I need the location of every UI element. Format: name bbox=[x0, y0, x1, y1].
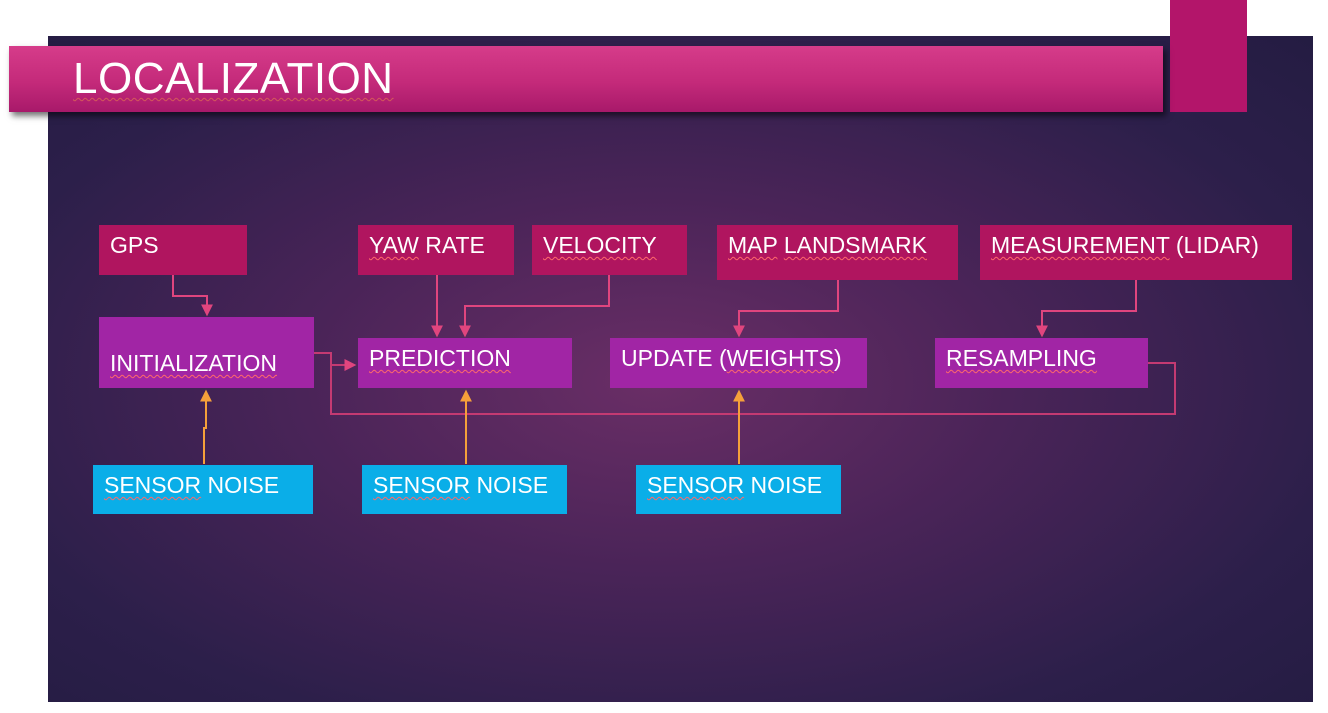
sensor-noise-box-3[interactable]: SENSOR NOISE bbox=[636, 465, 841, 514]
prediction-box[interactable]: PREDICTION bbox=[358, 338, 572, 388]
measurement-label: MEASUREMENT bbox=[991, 232, 1170, 258]
noise-label: NOISE bbox=[750, 472, 823, 498]
resampling-box[interactable]: RESAMPLING bbox=[935, 338, 1148, 388]
prediction-label: PREDICTION bbox=[369, 345, 511, 371]
yaw-label: YAW bbox=[369, 232, 419, 258]
corner-accent-block bbox=[1170, 0, 1247, 112]
map-landmark-box[interactable]: MAP LANDSMARK bbox=[717, 225, 958, 280]
lidar-label: (LIDAR) bbox=[1175, 232, 1259, 258]
initialization-box[interactable]: INITIALIZATION bbox=[99, 317, 314, 388]
sensor-noise-box-1[interactable]: SENSOR NOISE bbox=[93, 465, 313, 514]
sensor-noise-box-2[interactable]: SENSOR NOISE bbox=[362, 465, 567, 514]
map-label: MAP bbox=[728, 232, 778, 258]
sensor-label: SENSOR bbox=[104, 472, 202, 498]
update-label-prefix: UPDATE ( bbox=[621, 345, 727, 371]
update-label-suffix: ) bbox=[833, 345, 842, 371]
sensor-label: SENSOR bbox=[647, 472, 745, 498]
weights-label: WEIGHTS bbox=[726, 345, 834, 371]
rate-label: RATE bbox=[425, 232, 485, 258]
slide-title[interactable]: LOCALIZATION bbox=[73, 52, 394, 106]
resampling-label: RESAMPLING bbox=[946, 345, 1097, 371]
update-box[interactable]: UPDATE (WEIGHTS) bbox=[610, 338, 867, 388]
measurement-box[interactable]: MEASUREMENT (LIDAR) bbox=[980, 225, 1292, 280]
velocity-label: VELOCITY bbox=[543, 232, 657, 258]
sensor-label: SENSOR bbox=[373, 472, 471, 498]
landsmark-label: LANDSMARK bbox=[783, 232, 927, 258]
initialization-label: INITIALIZATION bbox=[110, 350, 277, 376]
gps-box[interactable]: GPS bbox=[99, 225, 247, 275]
noise-label: NOISE bbox=[207, 472, 280, 498]
slide-canvas: LOCALIZATION GPS YAW RATE VELOCITY MAP L… bbox=[0, 0, 1328, 713]
gps-label: GPS bbox=[110, 232, 159, 258]
noise-label: NOISE bbox=[476, 472, 549, 498]
yaw-rate-box[interactable]: YAW RATE bbox=[358, 225, 514, 275]
velocity-box[interactable]: VELOCITY bbox=[532, 225, 687, 275]
